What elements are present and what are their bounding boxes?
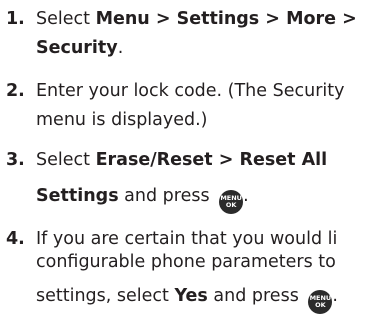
- menu-ok-key-icon: MENU OK: [308, 290, 333, 314]
- step-line: Select Erase/Reset > Reset All: [36, 146, 327, 175]
- step-line: configurable phone parameters to: [36, 248, 336, 277]
- menu-path: Erase/Reset > Reset All: [95, 150, 328, 170]
- step-text: and press: [118, 186, 216, 206]
- step-number: 3.: [6, 150, 25, 170]
- step-number: 2.: [6, 81, 25, 101]
- menu-ok-key-icon: MENU OK: [219, 190, 244, 214]
- option-label: Yes: [174, 286, 208, 306]
- step-line: Select Menu > Settings > More >: [36, 5, 357, 34]
- menu-path: Settings: [36, 186, 119, 206]
- step-text: .: [117, 38, 124, 58]
- step-line: Settings and press MENU OK.: [36, 182, 249, 214]
- step-text: Select: [36, 150, 96, 170]
- step-text: .: [332, 286, 338, 306]
- step-line: Enter your lock code. (The Security: [36, 77, 344, 106]
- step-text: settings, select: [36, 286, 175, 306]
- step-number: 4.: [6, 229, 25, 249]
- step-line: menu is displayed.): [36, 106, 208, 135]
- step-line: settings, select Yes and press MENU OK.: [36, 282, 338, 314]
- menu-path: Security: [36, 38, 118, 58]
- menu-path: Menu > Settings > More >: [95, 9, 357, 29]
- step-number: 1.: [6, 9, 25, 29]
- step-text: Enter your lock code. (The Security: [36, 81, 345, 101]
- step-text: If you are certain that you would li: [36, 229, 338, 249]
- step-text: configurable phone parameters to: [36, 252, 336, 272]
- step-text: and press: [207, 286, 305, 306]
- step-line: Security.: [36, 34, 123, 63]
- step-text: .: [243, 186, 249, 206]
- step-text: menu is displayed.): [36, 110, 208, 130]
- step-text: Select: [36, 9, 96, 29]
